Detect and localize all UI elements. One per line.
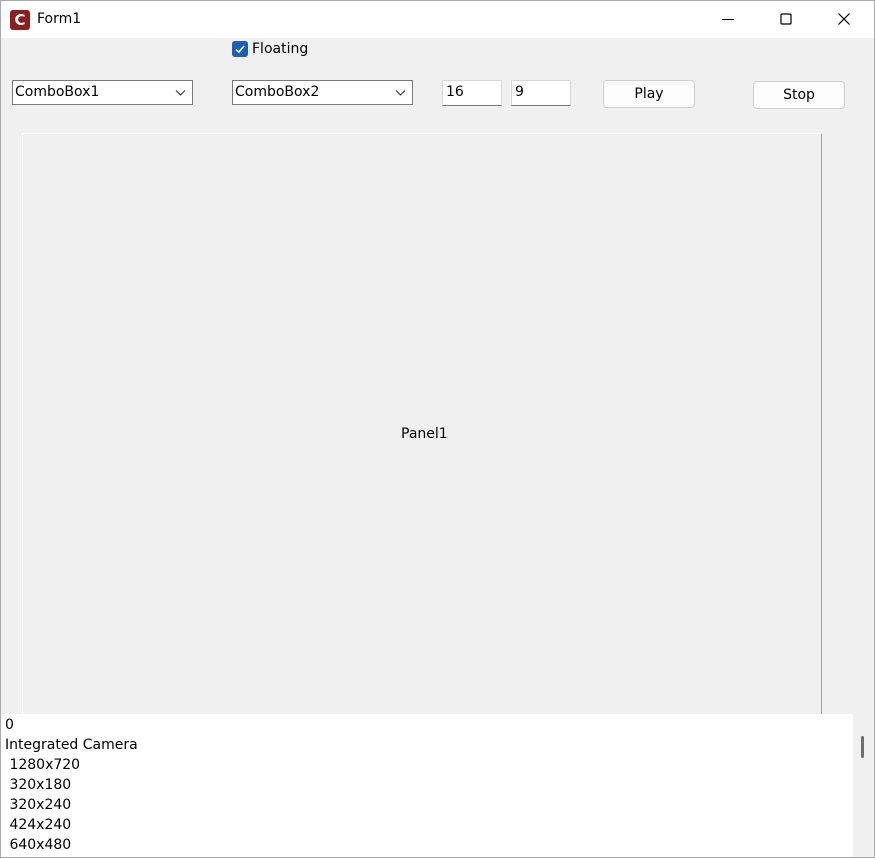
floating-checkbox[interactable] (232, 41, 248, 57)
memo-line: 640x480 (5, 837, 72, 853)
main-window: C Form1 Floating ComboBox1 ComboBox2 16 … (0, 0, 875, 858)
height-edit[interactable]: 9 (511, 80, 571, 106)
memo-line: Integrated Camera (5, 737, 138, 753)
close-button[interactable] (815, 1, 873, 38)
close-icon (838, 13, 850, 25)
title-bar[interactable]: C Form1 (1, 1, 874, 38)
memo-line: 424x240 (5, 817, 72, 833)
memo-line: 0 (5, 717, 14, 733)
app-icon[interactable]: C (10, 10, 30, 30)
stop-button[interactable]: Stop (753, 81, 845, 109)
chevron-down-icon (175, 90, 186, 96)
app-icon-letter: C (14, 10, 26, 29)
combobox-1-value: ComboBox1 (15, 84, 100, 100)
minimize-button[interactable] (699, 1, 757, 38)
memo-line: 1280x720 (5, 757, 81, 773)
scrollbar-thumb[interactable] (861, 736, 864, 758)
check-icon (235, 45, 245, 54)
maximize-button[interactable] (757, 1, 815, 38)
maximize-icon (780, 13, 792, 25)
panel-1: Panel1 (22, 133, 822, 733)
memo-line: 320x240 (5, 797, 72, 813)
play-button[interactable]: Play (603, 80, 695, 108)
chevron-down-icon (395, 90, 406, 96)
combobox-1[interactable]: ComboBox1 (12, 80, 193, 105)
combobox-2-value: ComboBox2 (235, 84, 320, 100)
memo-line: 320x180 (5, 777, 72, 793)
minimize-icon (722, 19, 734, 20)
width-edit-value: 16 (446, 84, 464, 100)
height-edit-value: 9 (515, 84, 524, 100)
width-edit[interactable]: 16 (442, 80, 502, 106)
floating-label[interactable]: Floating (252, 41, 308, 57)
combobox-2[interactable]: ComboBox2 (232, 80, 413, 105)
memo-scrollbar[interactable] (853, 714, 874, 857)
memo-output[interactable]: 0 Integrated Camera 1280x720 320x180 320… (1, 714, 853, 857)
panel-label: Panel1 (401, 426, 448, 442)
window-title: Form1 (37, 11, 82, 27)
